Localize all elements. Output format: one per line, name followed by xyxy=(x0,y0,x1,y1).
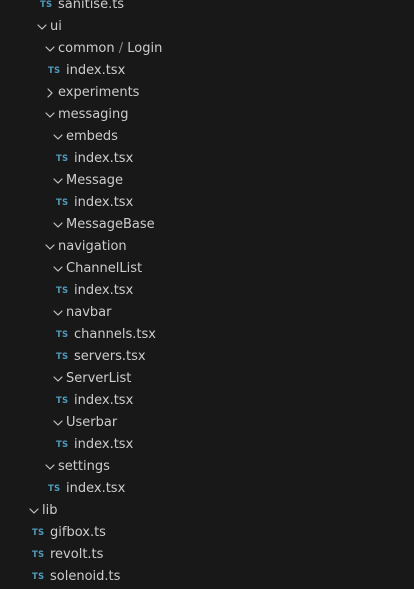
folder-row[interactable]: MessageBase xyxy=(0,214,414,236)
file-name: solenoid.ts xyxy=(50,569,121,584)
folder-name: ui xyxy=(50,19,62,34)
folder-name: Message xyxy=(66,173,123,188)
file-name: servers.tsx xyxy=(74,349,146,364)
ts-file-icon: TS xyxy=(56,154,69,164)
file-row[interactable]: TS sanitise.ts xyxy=(0,0,414,16)
ts-file-icon: TS xyxy=(48,66,61,76)
folder-row[interactable]: lib xyxy=(0,500,414,522)
folder-label: settings xyxy=(58,456,110,478)
file-row[interactable]: TS index.tsx xyxy=(0,280,414,302)
file-name: gifbox.ts xyxy=(50,525,106,540)
chevron-right-icon[interactable] xyxy=(42,82,58,104)
file-row[interactable]: TS channels.tsx xyxy=(0,324,414,346)
ts-file-icon: TS xyxy=(56,330,69,340)
chevron-down-icon[interactable] xyxy=(42,104,58,126)
folder-row[interactable]: ServerList xyxy=(0,368,414,390)
folder-name: Login xyxy=(127,41,163,56)
chevron-down-icon[interactable] xyxy=(42,236,58,258)
folder-row[interactable]: navigation xyxy=(0,236,414,258)
file-row[interactable]: TS index.tsx xyxy=(0,434,414,456)
chevron-down-icon[interactable] xyxy=(50,368,66,390)
file-name: revolt.ts xyxy=(50,547,104,562)
folder-row[interactable]: embeds xyxy=(0,126,414,148)
ts-file-icon: TS xyxy=(56,352,69,362)
folder-name: messaging xyxy=(58,107,129,122)
ts-file-icon: TS xyxy=(56,198,69,208)
file-row[interactable]: TS index.tsx xyxy=(0,60,414,82)
folder-row[interactable]: experiments xyxy=(0,82,414,104)
explorer-tree: TS sanitise.ts ui common / Login TS index.tsx… xyxy=(0,0,414,589)
folder-name: navbar xyxy=(66,305,112,320)
file-row[interactable]: TS solenoid.ts xyxy=(0,566,414,588)
file-name: index.tsx xyxy=(74,437,134,452)
file-name: sanitise.ts xyxy=(58,0,125,12)
file-name: index.tsx xyxy=(74,283,134,298)
file-row[interactable]: TS index.tsx xyxy=(0,478,414,500)
folder-row[interactable]: common / Login xyxy=(0,38,414,60)
chevron-down-icon[interactable] xyxy=(50,126,66,148)
folder-label: ChannelList xyxy=(66,258,142,280)
chevron-down-icon[interactable] xyxy=(50,412,66,434)
folder-name: ChannelList xyxy=(66,261,143,276)
file-row[interactable]: TS index.tsx xyxy=(0,192,414,214)
file-name: index.tsx xyxy=(74,195,134,210)
folder-row[interactable]: Message xyxy=(0,170,414,192)
file-name: index.tsx xyxy=(74,393,134,408)
folder-name: common xyxy=(58,41,115,56)
chevron-down-icon[interactable] xyxy=(42,38,58,60)
file-name: index.tsx xyxy=(66,481,126,496)
chevron-down-icon[interactable] xyxy=(50,302,66,324)
chevron-down-icon[interactable] xyxy=(34,16,50,38)
file-row[interactable]: TS index.tsx xyxy=(0,148,414,170)
chevron-down-icon[interactable] xyxy=(50,214,66,236)
folder-label: navigation xyxy=(58,236,127,258)
ts-file-icon: TS xyxy=(48,484,61,494)
folder-row[interactable]: Userbar xyxy=(0,412,414,434)
file-row[interactable]: TS index.tsx xyxy=(0,390,414,412)
folder-row[interactable]: messaging xyxy=(0,104,414,126)
folder-label: messaging xyxy=(58,104,129,126)
folder-label: ui xyxy=(50,16,62,38)
folder-label: MessageBase xyxy=(66,214,155,236)
chevron-down-icon[interactable] xyxy=(42,456,58,478)
folder-row[interactable]: settings xyxy=(0,456,414,478)
file-row[interactable]: TS servers.tsx xyxy=(0,346,414,368)
ts-file-icon: TS xyxy=(56,286,69,296)
folder-name: lib xyxy=(42,503,58,518)
folder-row[interactable]: ChannelList xyxy=(0,258,414,280)
folder-label: common / Login xyxy=(58,38,162,60)
folder-name: ServerList xyxy=(66,371,132,386)
folder-name: embeds xyxy=(66,129,118,144)
folder-name: Userbar xyxy=(66,415,118,430)
file-name: index.tsx xyxy=(66,63,126,78)
chevron-down-icon[interactable] xyxy=(26,500,42,522)
file-name: index.tsx xyxy=(74,151,134,166)
folder-name: navigation xyxy=(58,239,127,254)
chevron-down-icon[interactable] xyxy=(50,258,66,280)
ts-file-icon: TS xyxy=(40,0,53,10)
folder-label: navbar xyxy=(66,302,111,324)
folder-label: experiments xyxy=(58,82,139,104)
folder-name: experiments xyxy=(58,85,140,100)
folder-name: MessageBase xyxy=(66,217,155,232)
compact-folder-separator: / xyxy=(118,41,124,56)
folder-label: embeds xyxy=(66,126,118,148)
ts-file-icon: TS xyxy=(56,440,69,450)
chevron-down-icon[interactable] xyxy=(50,170,66,192)
ts-file-icon: TS xyxy=(32,572,45,582)
folder-row[interactable]: navbar xyxy=(0,302,414,324)
folder-name: settings xyxy=(58,459,110,474)
ts-file-icon: TS xyxy=(32,550,45,560)
ts-file-icon: TS xyxy=(32,528,45,538)
folder-label: Userbar xyxy=(66,412,117,434)
file-row[interactable]: TS revolt.ts xyxy=(0,544,414,566)
folder-label: ServerList xyxy=(66,368,131,390)
folder-label: lib xyxy=(42,500,57,522)
ts-file-icon: TS xyxy=(56,396,69,406)
folder-label: Message xyxy=(66,170,123,192)
file-row[interactable]: TS gifbox.ts xyxy=(0,522,414,544)
folder-row[interactable]: ui xyxy=(0,16,414,38)
file-name: channels.tsx xyxy=(74,327,156,342)
